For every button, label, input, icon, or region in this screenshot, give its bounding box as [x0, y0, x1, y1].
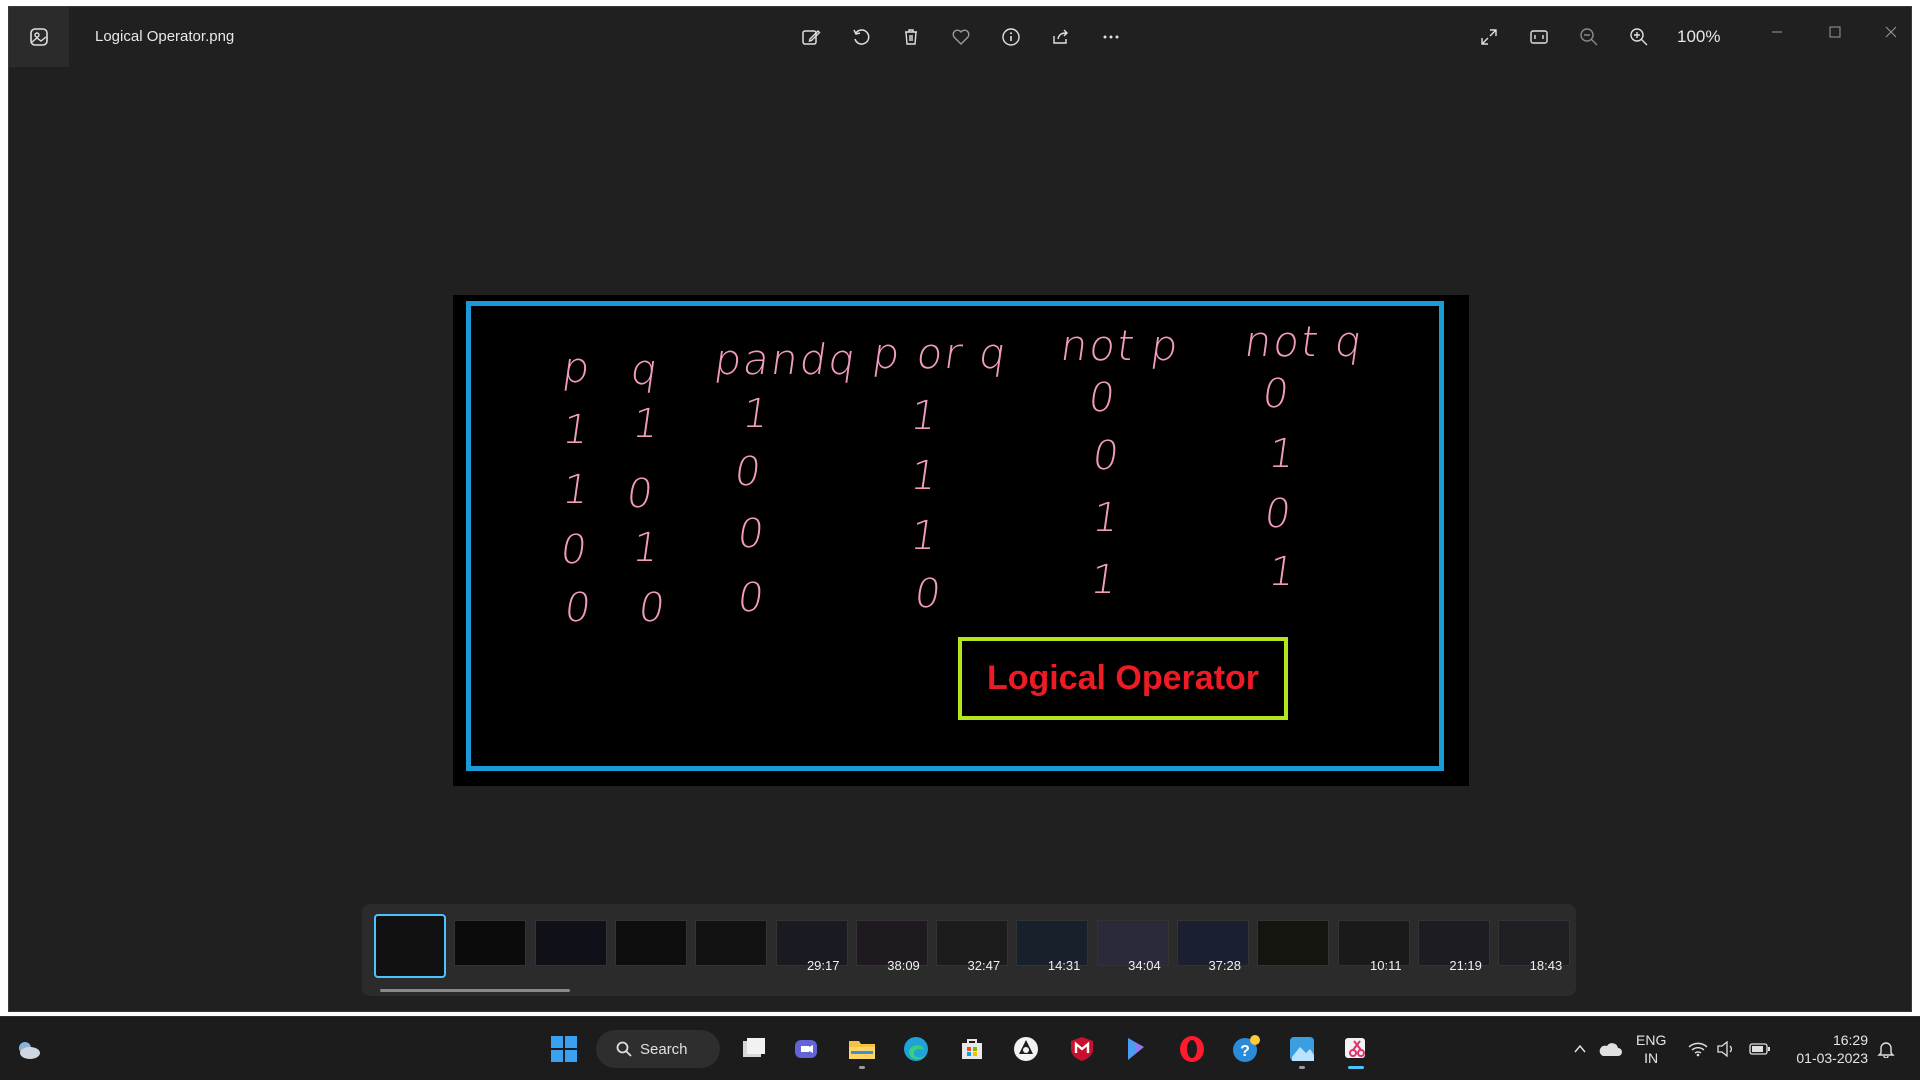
share-icon[interactable]: [1045, 23, 1077, 51]
fit-window-icon[interactable]: [1523, 23, 1555, 51]
delete-icon[interactable]: [895, 23, 927, 51]
filmstrip-thumbnail[interactable]: [374, 914, 446, 978]
input-language[interactable]: ENG IN: [1636, 1031, 1666, 1067]
title-bar: Logical Operator.png 100%: [9, 7, 1911, 67]
filmstrip-thumbnail[interactable]: 34:04: [1096, 920, 1169, 973]
bing-copilot-icon[interactable]: [1116, 1029, 1156, 1069]
video-duration: 21:19: [1449, 958, 1482, 973]
opera-icon[interactable]: [1172, 1029, 1212, 1069]
video-duration: 38:09: [887, 958, 920, 973]
photos-taskbar-icon[interactable]: [1282, 1029, 1322, 1069]
filmstrip-scrollbar[interactable]: [380, 989, 570, 992]
filmstrip-thumbnail[interactable]: 32:47: [936, 920, 1009, 973]
video-duration: 10:11: [1370, 958, 1402, 973]
filmstrip-thumbnail[interactable]: [614, 920, 687, 966]
battery-icon[interactable]: [1740, 1029, 1780, 1069]
taskbar: Search ? ENG IN 16:29 01-03-2023: [0, 1016, 1920, 1080]
edit-image-icon[interactable]: [795, 23, 827, 51]
zoom-level[interactable]: 100%: [1677, 27, 1720, 47]
zoom-out-icon[interactable]: [1573, 23, 1605, 51]
window-title: Logical Operator.png: [95, 28, 235, 45]
header-p-or-q: p or q: [869, 329, 1012, 378]
minimize-icon[interactable]: [1757, 17, 1797, 47]
video-duration: 18:43: [1529, 958, 1563, 973]
logical-operator-label-box: Logical Operator: [958, 637, 1288, 720]
info-icon[interactable]: [995, 23, 1027, 51]
onedrive-icon[interactable]: [1590, 1029, 1630, 1069]
svg-text:?: ?: [1240, 1043, 1250, 1060]
more-icon[interactable]: [1095, 23, 1127, 51]
taskbar-search[interactable]: Search: [596, 1030, 720, 1068]
file-explorer-icon[interactable]: [842, 1029, 882, 1069]
search-icon: [616, 1041, 632, 1057]
fullscreen-icon[interactable]: [1473, 23, 1505, 51]
notification-bell-icon[interactable]: [1866, 1029, 1906, 1069]
filmstrip-thumbnail[interactable]: 10:11: [1337, 920, 1410, 973]
video-duration: 14:31: [1047, 958, 1081, 973]
filmstrip-thumbnail[interactable]: [1257, 920, 1330, 966]
edge-icon[interactable]: [896, 1029, 936, 1069]
start-icon[interactable]: [544, 1029, 584, 1069]
maximize-icon[interactable]: [1815, 17, 1855, 47]
header-not-q: not q: [1241, 317, 1368, 366]
snipping-tool-icon[interactable]: [1336, 1029, 1376, 1069]
video-duration: 34:04: [1128, 958, 1161, 973]
header-not-p: not p: [1057, 321, 1184, 370]
filmstrip-thumbnail[interactable]: [695, 920, 768, 966]
filmstrip-thumbnail[interactable]: 18:43: [1498, 920, 1571, 973]
photos-app-icon[interactable]: [9, 7, 69, 67]
filmstrip-thumbnail[interactable]: 38:09: [855, 920, 928, 973]
favorite-icon[interactable]: [945, 23, 977, 51]
photos-app-window: Logical Operator.png 100% p q pandq p or…: [8, 6, 1912, 1012]
video-duration: 32:47: [967, 958, 1001, 973]
filmstrip-thumbnail[interactable]: 14:31: [1016, 920, 1089, 973]
mcafee-icon[interactable]: [1062, 1029, 1102, 1069]
zoom-in-icon[interactable]: [1623, 23, 1655, 51]
app-icon-circle[interactable]: [1006, 1029, 1046, 1069]
filmstrip-thumbnail[interactable]: 21:19: [1417, 920, 1490, 973]
weather-icon[interactable]: [8, 1029, 48, 1069]
search-label: Search: [640, 1040, 688, 1058]
task-view-icon[interactable]: [734, 1029, 774, 1069]
filmstrip: 29:17 38:09 32:47 14:31 34:04 37:28 10:11 21:19…: [362, 904, 1576, 996]
clock[interactable]: 16:29 01-03-2023: [1788, 1031, 1868, 1067]
displayed-image: p q pandq p or q not p not q 1 1 0 0 1 0…: [453, 295, 1469, 786]
clock-date: 01-03-2023: [1796, 1050, 1868, 1066]
filmstrip-thumbnail[interactable]: 29:17: [775, 920, 848, 973]
language-code: ENG: [1636, 1032, 1667, 1048]
header-p-and-q: pandq: [711, 335, 861, 384]
filmstrip-thumbnail[interactable]: [534, 920, 607, 966]
region-code: IN: [1644, 1050, 1659, 1066]
logical-operator-label: Logical Operator: [986, 659, 1260, 697]
close-icon[interactable]: [1871, 17, 1911, 47]
video-duration: 29:17: [806, 958, 840, 973]
get-help-icon[interactable]: ?: [1226, 1029, 1266, 1069]
video-duration: 37:28: [1208, 958, 1241, 973]
rotate-icon[interactable]: [845, 23, 877, 51]
teams-chat-icon[interactable]: [786, 1029, 826, 1069]
store-icon[interactable]: [952, 1029, 992, 1069]
filmstrip-thumbnail[interactable]: 37:28: [1177, 920, 1249, 973]
clock-time: 16:29: [1832, 1032, 1868, 1048]
filmstrip-thumbnail[interactable]: [454, 920, 527, 966]
